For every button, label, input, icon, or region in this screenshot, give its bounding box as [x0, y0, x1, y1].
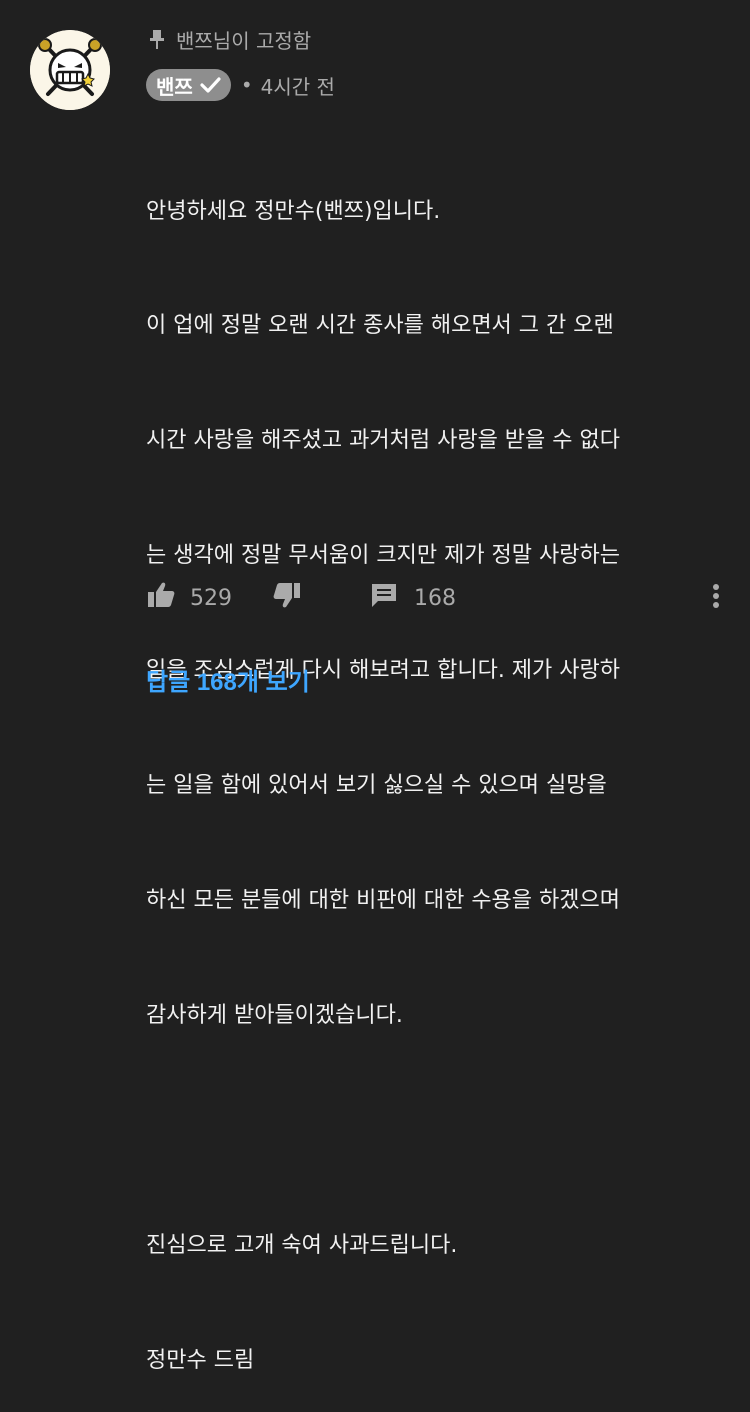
comment-body: 안녕하세요 정만수(밴쯔)입니다. 이 업에 정말 오랜 시간 종사를 해오면서… — [146, 116, 726, 1412]
comment-line: 하신 모든 분들에 대한 비판에 대한 수용을 하겠으며 — [146, 887, 620, 913]
check-icon — [199, 75, 221, 95]
dislike-button[interactable] — [272, 578, 302, 618]
thumbs-up-icon — [146, 580, 176, 616]
pinned-indicator: 밴쯔님이 고정함 — [146, 22, 311, 56]
comment-line: 정만수 드림 — [146, 1347, 255, 1373]
comment-line: 는 생각에 정말 무서움이 크지만 제가 정말 사랑하는 — [146, 543, 620, 569]
timestamp: 4시간 전 — [260, 74, 335, 99]
like-button[interactable]: 529 — [146, 578, 232, 618]
like-count: 529 — [190, 585, 232, 611]
comment-line: 진심으로 고개 숙여 사과드립니다. — [146, 1232, 458, 1258]
comment-line: 이 업에 정말 오랜 시간 종사를 해오면서 그 간 오랜 — [146, 313, 614, 339]
reply-button[interactable]: 168 — [370, 578, 456, 618]
pinned-comment: 밴쯔님이 고정함 밴쯔 • 4시간 전 안녕하세요 정만수(밴쯔)입니다. 이 … — [0, 0, 750, 1373]
comment-line: 는 일을 함에 있어서 보기 싫으실 수 있으며 실망을 — [146, 773, 607, 799]
comment-actions: 529 168 — [146, 578, 726, 618]
comment-line: 안녕하세요 정만수(밴쯔)입니다. — [146, 198, 441, 224]
pinned-label: 밴쯔님이 고정함 — [176, 28, 312, 53]
more-vert-icon — [712, 583, 720, 613]
avatar-image — [30, 30, 110, 110]
view-replies-link[interactable]: 답글 168개 보기 — [146, 662, 310, 697]
pin-icon — [146, 27, 168, 51]
author-badge[interactable]: 밴쯔 — [146, 69, 231, 101]
author-name: 밴쯔 — [156, 74, 193, 99]
avatar[interactable] — [30, 30, 110, 110]
comment-icon — [370, 581, 398, 615]
more-button[interactable] — [704, 578, 728, 618]
comment-line: 시간 사랑을 해주셨고 과거처럼 사랑을 받을 수 없다 — [146, 428, 620, 454]
comment-line: 감사하게 받아들이겠습니다. — [146, 1002, 403, 1028]
separator-dot: • — [240, 73, 253, 97]
reply-count: 168 — [414, 585, 456, 611]
thumbs-down-icon — [272, 580, 302, 616]
comment-line — [146, 1112, 726, 1150]
comment-meta: 밴쯔 • 4시간 전 — [146, 68, 335, 102]
